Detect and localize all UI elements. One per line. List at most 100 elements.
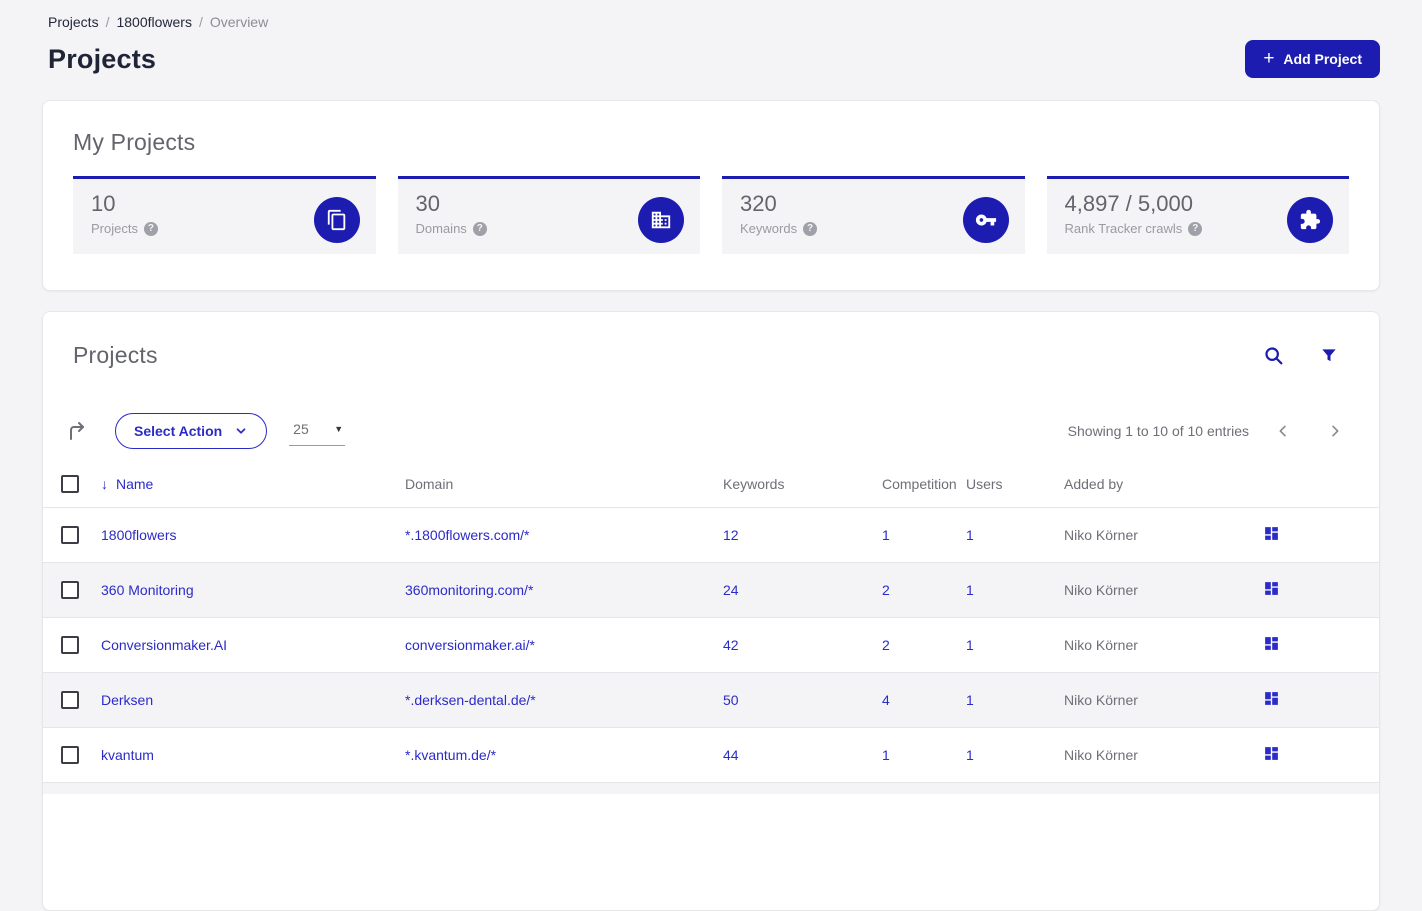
row-checkbox[interactable]	[61, 746, 79, 764]
project-keywords-value[interactable]: 44	[723, 747, 882, 763]
stat-domains-label: Domains	[415, 221, 467, 237]
project-users-value[interactable]: 1	[966, 747, 1064, 763]
project-added-by: Niko Körner	[1064, 582, 1138, 598]
stat-crawls-value: 4,897 / 5,000	[1064, 191, 1193, 216]
plus-icon: +	[1263, 47, 1275, 69]
column-header-keywords[interactable]: Keywords	[723, 476, 882, 492]
project-competition-value[interactable]: 4	[882, 692, 966, 708]
help-icon[interactable]	[472, 221, 487, 236]
select-action-dropdown[interactable]: Select Action	[115, 413, 268, 449]
breadcrumb: Projects / 1800flowers / Overview	[48, 14, 1380, 30]
stat-rank-tracker-crawls: 4,897 / 5,000 Rank Tracker crawls	[1046, 176, 1349, 254]
column-header-name[interactable]: ↓ Name	[101, 476, 405, 492]
my-projects-card: My Projects 10 Projects 30 Domains	[42, 100, 1380, 291]
stat-keywords: 320 Keywords	[722, 176, 1025, 254]
my-projects-title: My Projects	[73, 129, 196, 155]
breadcrumb-overview: Overview	[209, 14, 269, 30]
project-competition-value[interactable]: 2	[882, 582, 966, 598]
row-checkbox[interactable]	[61, 636, 79, 654]
dashboard-icon[interactable]	[1263, 525, 1280, 542]
project-domain-link[interactable]: 360monitoring.com/*	[405, 582, 723, 598]
project-domain-link[interactable]: conversionmaker.ai/*	[405, 637, 723, 653]
project-name-link[interactable]: Conversionmaker.AI	[101, 637, 405, 653]
sort-descending-icon: ↓	[101, 476, 108, 492]
chevron-down-icon	[236, 428, 246, 434]
column-header-domain[interactable]: Domain	[405, 476, 723, 492]
project-name-link[interactable]: Derksen	[101, 692, 405, 708]
breadcrumb-separator: /	[198, 14, 203, 30]
project-users-value[interactable]: 1	[966, 527, 1064, 543]
puzzle-icon	[1287, 197, 1333, 243]
help-icon[interactable]	[803, 221, 818, 236]
search-icon[interactable]	[1263, 345, 1285, 367]
domain-building-icon	[638, 197, 684, 243]
projects-panel-title: Projects	[73, 342, 158, 368]
table-row: Derksen *.derksen-dental.de/* 50 4 1 Nik…	[43, 672, 1379, 727]
breadcrumb-1800flowers[interactable]: 1800flowers	[116, 14, 192, 30]
project-keywords-value[interactable]: 42	[723, 637, 882, 653]
stat-projects: 10 Projects	[73, 176, 376, 254]
column-header-competition[interactable]: Competition	[882, 476, 966, 492]
dashboard-icon[interactable]	[1263, 580, 1280, 597]
project-keywords-value[interactable]: 12	[723, 527, 882, 543]
help-icon[interactable]	[1188, 221, 1203, 236]
column-header-added-by[interactable]: Added by	[1064, 476, 1263, 492]
table-row: kvantum *.kvantum.de/* 44 1 1 Niko Körne…	[43, 727, 1379, 782]
project-competition-value[interactable]: 1	[882, 747, 966, 763]
project-domain-link[interactable]: *.1800flowers.com/*	[405, 527, 723, 543]
next-page-icon[interactable]	[1327, 423, 1343, 439]
stat-keywords-value: 320	[740, 191, 777, 216]
table-row: Conversionmaker.AI conversionmaker.ai/* …	[43, 617, 1379, 672]
breadcrumb-separator: /	[105, 14, 110, 30]
stat-domains-value: 30	[415, 191, 440, 216]
project-competition-value[interactable]: 2	[882, 637, 966, 653]
project-users-value[interactable]: 1	[966, 692, 1064, 708]
add-project-label: Add Project	[1283, 51, 1362, 67]
project-keywords-value[interactable]: 50	[723, 692, 882, 708]
dashboard-icon[interactable]	[1263, 635, 1280, 652]
page-header: Projects + Add Project	[42, 40, 1380, 78]
stat-crawls-label: Rank Tracker crawls	[1064, 221, 1183, 237]
row-checkbox[interactable]	[61, 581, 79, 599]
export-icon[interactable]	[65, 419, 89, 443]
help-icon[interactable]	[143, 221, 158, 236]
row-checkbox[interactable]	[61, 691, 79, 709]
project-keywords-value[interactable]: 24	[723, 582, 882, 598]
project-added-by: Niko Körner	[1064, 527, 1138, 543]
project-domain-link[interactable]: *.kvantum.de/*	[405, 747, 723, 763]
project-name-link[interactable]: kvantum	[101, 747, 405, 763]
page-size-select[interactable]: 25 ▼	[289, 416, 346, 446]
column-header-users[interactable]: Users	[966, 476, 1064, 492]
partial-next-row	[43, 782, 1379, 794]
project-name-link[interactable]: 1800flowers	[101, 527, 405, 543]
filter-icon[interactable]	[1319, 346, 1339, 366]
select-all-checkbox[interactable]	[61, 475, 79, 493]
row-checkbox[interactable]	[61, 526, 79, 544]
project-added-by: Niko Körner	[1064, 747, 1138, 763]
project-users-value[interactable]: 1	[966, 637, 1064, 653]
project-name-link[interactable]: 360 Monitoring	[101, 582, 405, 598]
add-project-button[interactable]: + Add Project	[1245, 40, 1380, 78]
dashboard-icon[interactable]	[1263, 690, 1280, 707]
breadcrumb-projects[interactable]: Projects	[48, 14, 99, 30]
project-added-by: Niko Körner	[1064, 692, 1138, 708]
showing-entries-text: Showing 1 to 10 of 10 entries	[1067, 423, 1249, 439]
project-added-by: Niko Körner	[1064, 637, 1138, 653]
projects-copy-icon	[313, 197, 360, 243]
table-row: 1800flowers *.1800flowers.com/* 12 1 1 N…	[43, 507, 1379, 562]
projects-panel: Projects Select Action 25 ▼ Showing 1 to…	[42, 311, 1380, 911]
table-row: 360 Monitoring 360monitoring.com/* 24 2 …	[43, 562, 1379, 617]
stat-projects-value: 10	[91, 191, 116, 216]
previous-page-icon[interactable]	[1275, 423, 1291, 439]
dropdown-triangle-icon: ▼	[334, 423, 344, 434]
page: Projects / 1800flowers / Overview Projec…	[0, 0, 1422, 911]
dashboard-icon[interactable]	[1263, 745, 1280, 762]
project-domain-link[interactable]: *.derksen-dental.de/*	[405, 692, 723, 708]
table-controls: Select Action 25 ▼ Showing 1 to 10 of 10…	[43, 413, 1379, 449]
project-users-value[interactable]: 1	[966, 582, 1064, 598]
stat-keywords-label: Keywords	[740, 221, 798, 237]
stats-row: 10 Projects 30 Domains 320	[73, 176, 1349, 254]
project-competition-value[interactable]: 1	[882, 527, 966, 543]
select-action-label: Select Action	[134, 423, 223, 439]
projects-table: ↓ Name Domain Keywords Competition Users…	[43, 461, 1379, 794]
